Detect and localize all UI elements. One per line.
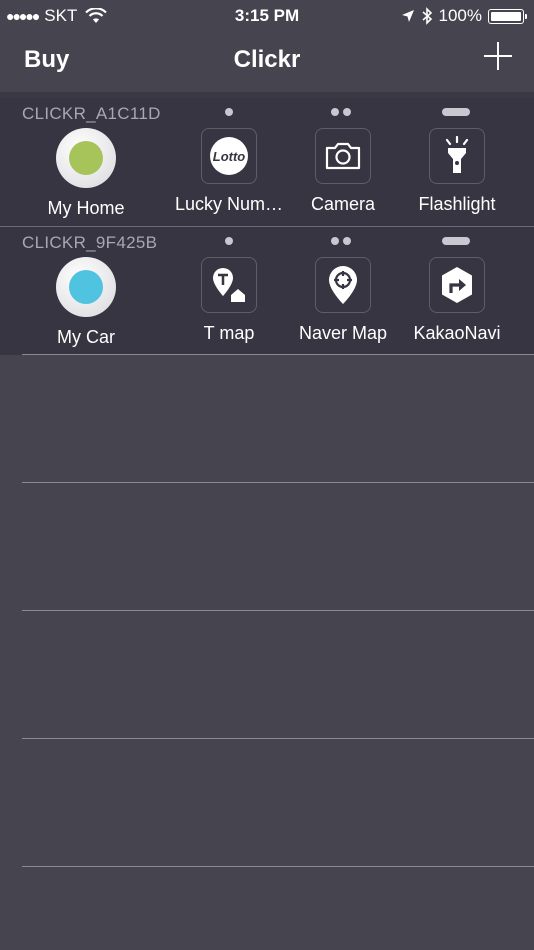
clickr-button-icon: [56, 128, 116, 188]
list-row-separator: [22, 354, 534, 355]
device-main-button[interactable]: My Home: [26, 128, 146, 219]
status-right: 100%: [401, 6, 527, 26]
camera-icon: [315, 128, 371, 184]
navigation-bar: Buy Clickr: [0, 32, 534, 92]
double-click-indicator: [331, 108, 351, 116]
long-press-indicator: [442, 237, 470, 245]
naver-map-icon: [315, 257, 371, 313]
device-id: CLICKR_9F425B: [22, 233, 158, 252]
page-title: Clickr: [233, 46, 301, 73]
status-bar: ●●●●● SKT 3:15 PM 100%: [0, 0, 534, 32]
kakaonavi-icon: [429, 257, 485, 313]
double-click-indicator: [331, 237, 351, 245]
add-device-button[interactable]: [484, 42, 512, 70]
device-main-button[interactable]: My Car: [26, 257, 146, 348]
action-naver-map[interactable]: Naver Map: [283, 257, 403, 344]
action-kakaonavi[interactable]: KakaoNavi: [397, 257, 517, 344]
list-row-separator: [22, 738, 534, 739]
device-name: My Home: [47, 198, 125, 218]
action-label: Flashlight: [418, 194, 496, 214]
device-id: CLICKR_A1C11D: [22, 104, 161, 123]
battery-percent: 100%: [438, 6, 482, 25]
action-label: Camera: [310, 194, 376, 214]
single-click-indicator: [225, 108, 233, 116]
action-label: T map: [203, 323, 255, 343]
action-label: Naver Map: [298, 323, 388, 343]
list-row-separator: [22, 866, 534, 867]
action-tmap[interactable]: T map: [169, 257, 289, 344]
device-name: My Car: [57, 327, 115, 347]
action-flashlight[interactable]: Flashlight: [397, 128, 517, 215]
location-arrow-icon: [401, 10, 414, 22]
action-label: KakaoNavi: [413, 323, 501, 343]
device-row-1: CLICKR_A1C11D My Home Lotto Lucky Num… C…: [0, 98, 534, 226]
lotto-text: Lotto: [212, 148, 246, 164]
action-camera[interactable]: Camera: [283, 128, 403, 215]
device-row-2: CLICKR_9F425B My Car T map Naver Map Kak…: [0, 226, 534, 355]
single-click-indicator: [225, 237, 233, 245]
battery-icon: [488, 8, 527, 24]
lotto-icon: Lotto: [201, 128, 257, 184]
clickr-button-icon: [56, 257, 116, 317]
list-row-separator: [22, 482, 534, 483]
tmap-icon: [201, 257, 257, 313]
action-lucky-number[interactable]: Lotto Lucky Num…: [169, 128, 289, 215]
bluetooth-icon: [421, 7, 432, 25]
long-press-indicator: [442, 108, 470, 116]
flashlight-icon: [429, 128, 485, 184]
list-row-separator: [22, 610, 534, 611]
action-label: Lucky Num…: [174, 194, 284, 214]
